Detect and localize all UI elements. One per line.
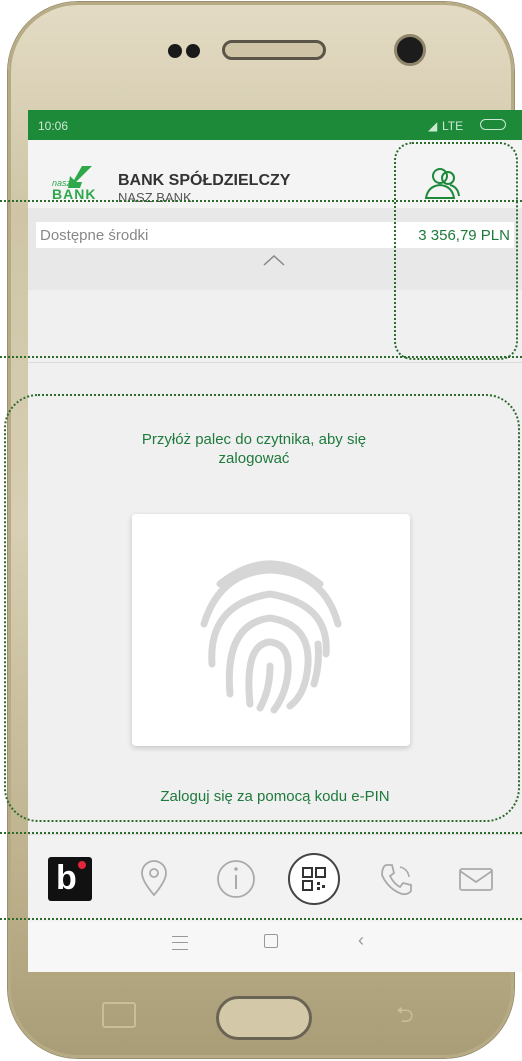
- android-nav-bar: ‹: [28, 922, 522, 972]
- earpiece-speaker: [222, 40, 326, 60]
- recents-menu-icon[interactable]: [172, 936, 188, 950]
- front-camera: [394, 34, 426, 66]
- status-bar: 10:06 ◢ LTE: [28, 110, 522, 140]
- back-chevron-icon[interactable]: ‹: [358, 930, 364, 951]
- front-sensor-dot-right: [186, 44, 200, 58]
- highlight-tabbar-area: [0, 832, 522, 920]
- hw-recents-button[interactable]: [102, 1002, 136, 1028]
- network-type: LTE: [442, 119, 464, 133]
- home-square-icon[interactable]: [264, 934, 278, 948]
- status-time: 10:06: [38, 119, 69, 133]
- front-sensor-dot-left: [168, 44, 182, 58]
- bank-logo: nasz BANK: [52, 164, 104, 202]
- signal-icon: ◢: [428, 119, 438, 133]
- highlight-balance-area: [0, 200, 522, 358]
- bank-name: BANK SPÓŁDZIELCZY: [118, 172, 291, 189]
- hw-back-icon[interactable]: ⮌: [396, 998, 414, 1036]
- hw-home-button[interactable]: [216, 996, 312, 1040]
- header-divider: [28, 362, 522, 363]
- highlight-login-area: [4, 394, 520, 822]
- battery-icon: [480, 119, 506, 130]
